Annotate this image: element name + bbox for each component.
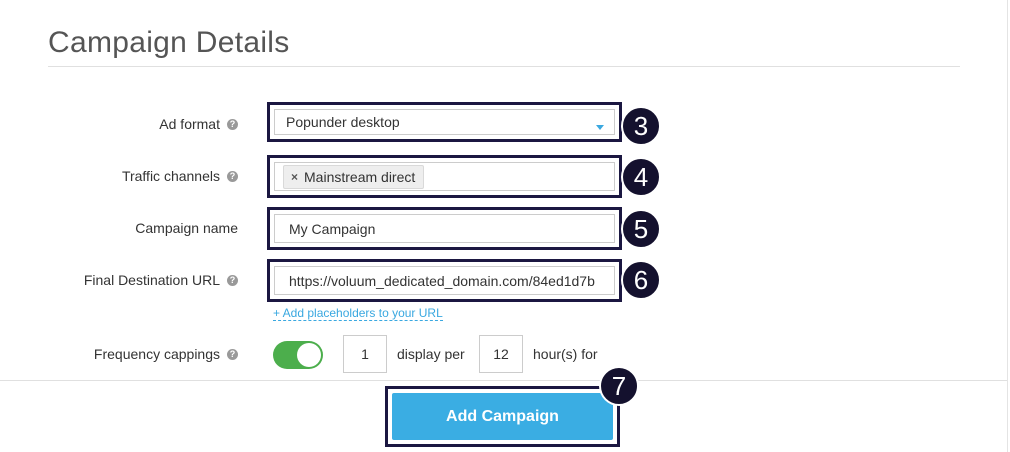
annotation-badge-4: 4 (621, 157, 661, 197)
traffic-channels-label: Traffic channels ? (122, 168, 238, 184)
final-url-label: Final Destination URL ? (84, 272, 238, 288)
ad-format-label-text: Ad format (159, 116, 220, 132)
traffic-channels-highlight: × Mainstream direct (267, 155, 622, 198)
ad-format-label: Ad format ? (159, 116, 238, 132)
frequency-hours-input[interactable]: 12 (479, 335, 523, 373)
final-url-input[interactable]: https://voluum_dedicated_domain.com/84ed… (274, 266, 615, 295)
ad-format-select[interactable]: Popunder desktop (274, 109, 615, 135)
frequency-cappings-help-icon[interactable]: ? (227, 348, 238, 360)
toggle-knob (297, 343, 321, 367)
title-divider (48, 66, 960, 67)
campaign-name-value: My Campaign (289, 220, 376, 237)
traffic-channels-multiselect[interactable]: × Mainstream direct (274, 162, 615, 191)
final-url-label-text: Final Destination URL (83, 272, 220, 288)
ad-format-highlight: Popunder desktop (267, 102, 622, 142)
annotation-badge-7: 7 (599, 366, 639, 406)
final-url-help-icon[interactable]: ? (227, 274, 238, 286)
tag-remove-icon[interactable]: × (291, 170, 298, 184)
campaign-name-label-text: Campaign name (135, 220, 238, 236)
frequency-cappings-toggle[interactable] (273, 341, 323, 369)
annotation-badge-6: 6 (621, 260, 661, 300)
ad-format-help-icon[interactable]: ? (227, 118, 238, 130)
campaign-name-input[interactable]: My Campaign (274, 214, 615, 243)
traffic-channels-label-text: Traffic channels (121, 168, 220, 184)
display-per-text: display per (397, 346, 465, 362)
final-url-highlight: https://voluum_dedicated_domain.com/84ed… (267, 259, 622, 302)
frequency-cappings-label-text: Frequency cappings (93, 346, 220, 362)
footer-divider (0, 380, 1007, 381)
page-title: Campaign Details (48, 26, 290, 59)
annotation-badge-5: 5 (621, 209, 661, 249)
add-placeholders-link[interactable]: + Add placeholders to your URL (273, 306, 443, 321)
hours-for-text: hour(s) for (533, 346, 598, 362)
add-campaign-highlight: Add Campaign (385, 386, 620, 447)
frequency-cappings-label: Frequency cappings ? (94, 346, 238, 362)
traffic-channel-tag-label: Mainstream direct (304, 168, 416, 185)
annotation-badge-3: 3 (621, 106, 661, 146)
final-url-value: https://voluum_dedicated_domain.com/84ed… (289, 272, 595, 289)
traffic-channels-help-icon[interactable]: ? (227, 170, 238, 182)
ad-format-value: Popunder desktop (286, 114, 400, 130)
campaign-name-highlight: My Campaign (267, 207, 622, 250)
chevron-down-icon[interactable] (596, 125, 604, 130)
traffic-channel-tag: × Mainstream direct (283, 164, 425, 189)
right-border (1007, 0, 1008, 452)
campaign-name-label: Campaign name (135, 220, 238, 236)
add-campaign-button[interactable]: Add Campaign (392, 393, 613, 440)
frequency-count-input[interactable]: 1 (343, 335, 387, 373)
